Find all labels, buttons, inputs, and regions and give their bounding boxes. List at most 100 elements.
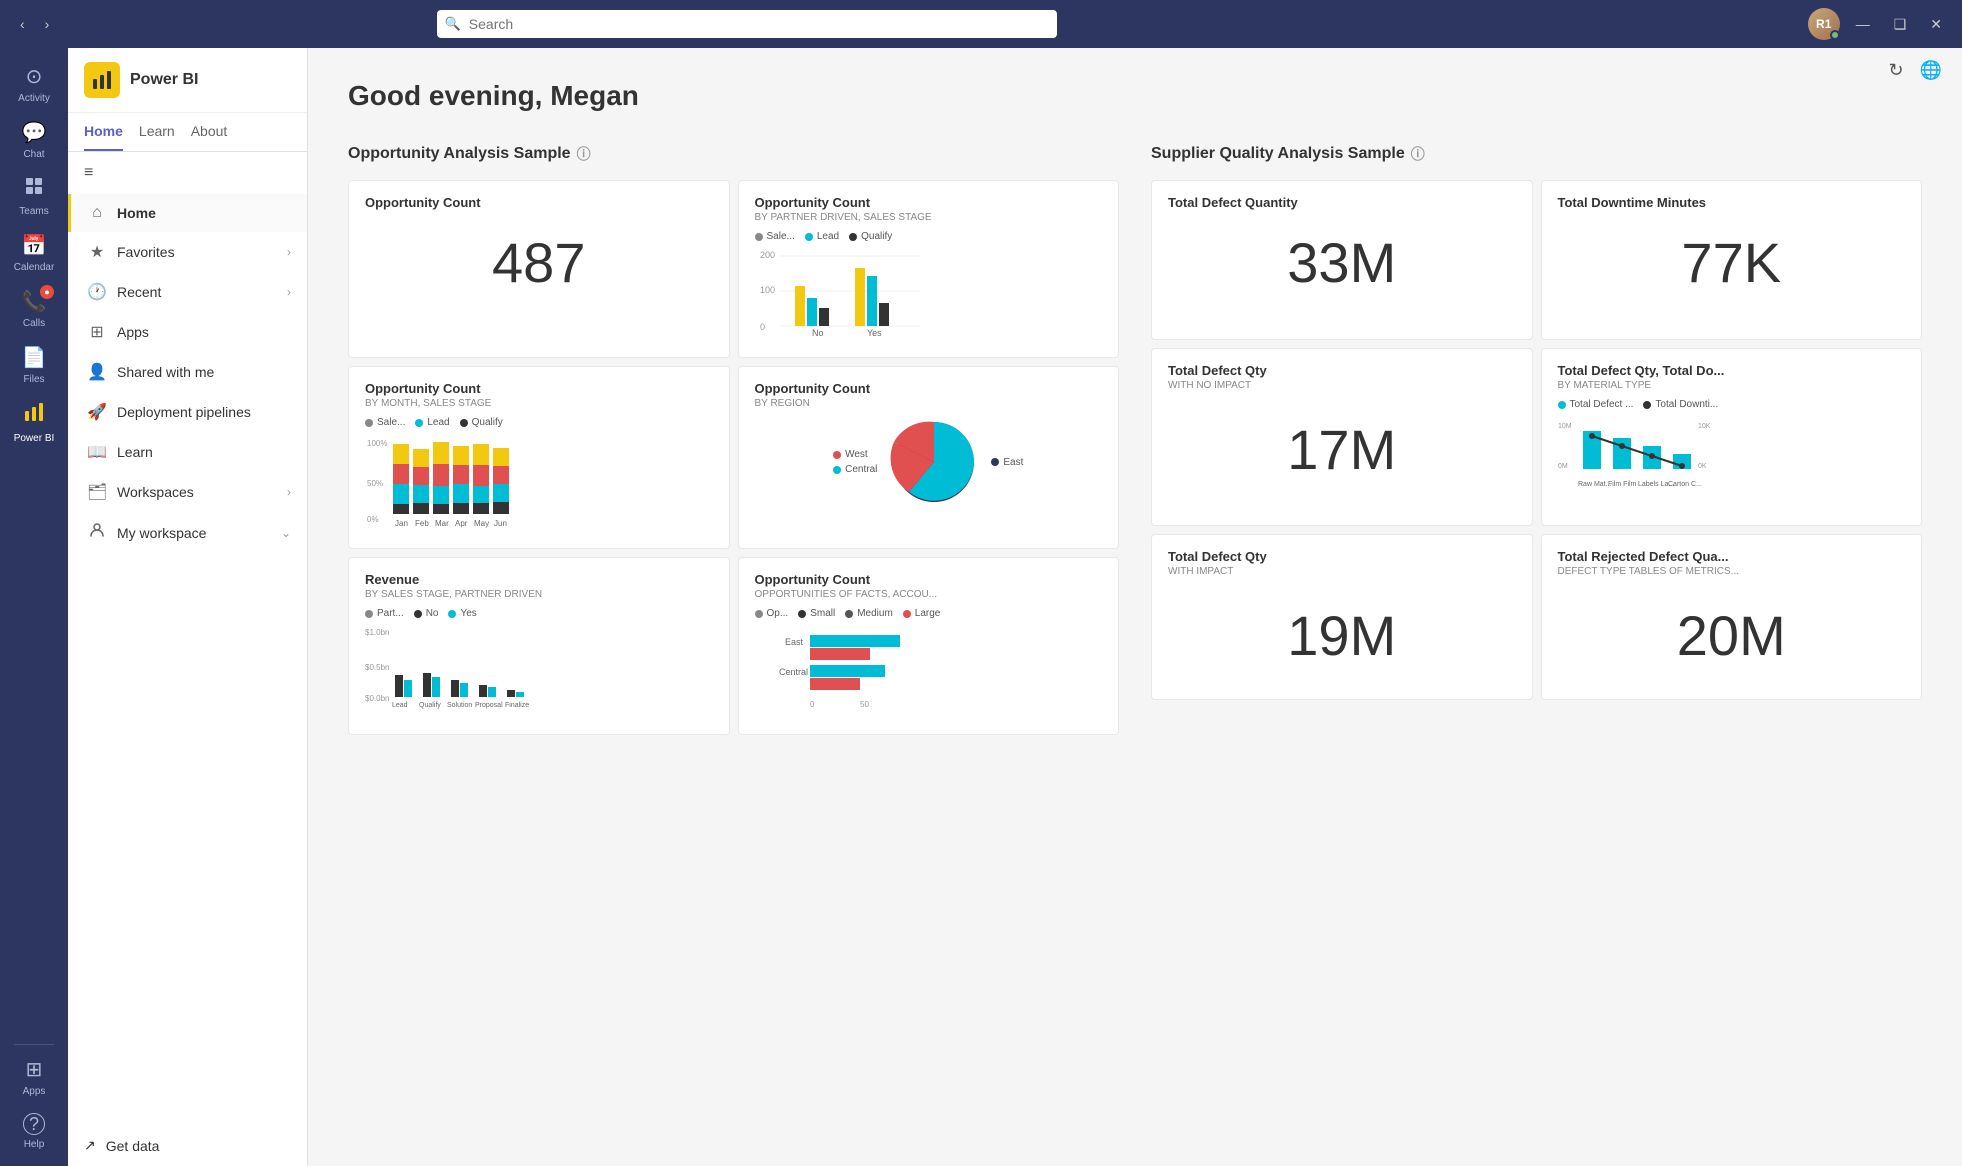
tile-opp-region-title: Opportunity Count (755, 381, 1103, 396)
supplier-section: Supplier Quality Analysis Sample ⓘ Total… (1151, 144, 1922, 735)
svg-text:0M: 0M (1558, 463, 1568, 470)
tile-opp-region-chart: West Central (755, 417, 1103, 507)
close-button[interactable]: ✕ (1922, 12, 1950, 37)
svg-text:Solution: Solution (447, 702, 472, 709)
nav-forward-button[interactable]: › (37, 12, 58, 36)
tile-defect-material-subtitle: BY MATERIAL TYPE (1558, 380, 1906, 391)
sidebar-item-learn[interactable]: 📖 Learn (68, 432, 307, 472)
rail-item-help[interactable]: ? Help (6, 1105, 62, 1158)
rail-item-files[interactable]: 📄 Files (6, 337, 62, 393)
sidebar-item-shared[interactable]: 👤 Shared with me (68, 352, 307, 392)
opportunity-info-icon[interactable]: ⓘ (577, 144, 591, 164)
tile-opp-facts[interactable]: Opportunity Count OPPORTUNITIES OF FACTS… (738, 557, 1120, 735)
tile-defect-material[interactable]: Total Defect Qty, Total Do... BY MATERIA… (1541, 348, 1923, 526)
workspaces-icon: 🗂 (87, 482, 107, 502)
sidebar-item-favorites[interactable]: ★ Favorites › (68, 232, 307, 272)
chat-icon: 💬 (22, 120, 47, 145)
tile-opp-partner-chart: 200 100 0 (755, 248, 1103, 343)
help-rail-icon: ? (23, 1113, 45, 1135)
svg-text:Jun: Jun (494, 519, 507, 528)
rail-item-chat[interactable]: 💬 Chat (6, 112, 62, 168)
avatar-status-badge (1830, 30, 1840, 40)
svg-text:Proposal: Proposal (475, 702, 503, 709)
avatar[interactable]: R1 (1808, 8, 1840, 40)
supplier-tiles-grid: Total Defect Quantity 33M Total Downtime… (1151, 180, 1922, 700)
sidebar-item-apps[interactable]: ⊞ Apps (68, 312, 307, 352)
rail-item-calls-label: Calls (23, 318, 45, 329)
tile-revenue-title: Revenue (365, 572, 713, 587)
top-actions: ↻ 🌐 (1888, 60, 1942, 81)
sidebar-item-recent[interactable]: 🕐 Recent › (68, 272, 307, 312)
svg-text:0: 0 (810, 700, 815, 709)
tile-revenue[interactable]: Revenue BY SALES STAGE, PARTNER DRIVEN P… (348, 557, 730, 735)
rail-item-apps[interactable]: ⊞ Apps (6, 1049, 62, 1105)
sidebar-item-deployment[interactable]: 🚀 Deployment pipelines (68, 392, 307, 432)
rail-item-calendar[interactable]: 📅 Calendar (6, 225, 62, 281)
svg-text:Jan: Jan (395, 519, 408, 528)
svg-text:Feb: Feb (415, 519, 429, 528)
tile-defect-material-title: Total Defect Qty, Total Do... (1558, 363, 1906, 378)
tile-total-downtime[interactable]: Total Downtime Minutes 77K (1541, 180, 1923, 340)
rail-item-powerbi[interactable]: Power BI (6, 393, 62, 452)
powerbi-sidebar-title: Power BI (130, 71, 198, 89)
supplier-info-icon[interactable]: ⓘ (1411, 144, 1425, 164)
rail-item-teams-label: Teams (19, 206, 48, 217)
tile-defect-no-impact[interactable]: Total Defect Qty WITH NO IMPACT 17M (1151, 348, 1533, 526)
myworkspace-chevron-icon: ⌄ (281, 526, 291, 540)
tile-defect-impact-value: 19M (1168, 585, 1516, 685)
get-data-icon: ↗ (84, 1137, 96, 1154)
tile-opp-region[interactable]: Opportunity Count BY REGION West Central (738, 366, 1120, 549)
tile-defect-impact-subtitle: WITH IMPACT (1168, 566, 1516, 577)
hamburger-button[interactable]: ≡ (68, 152, 307, 194)
tile-opp-region-subtitle: BY REGION (755, 398, 1103, 409)
apps-rail-icon: ⊞ (26, 1057, 43, 1082)
tab-about[interactable]: About (191, 113, 228, 151)
nav-buttons: ‹ › (12, 12, 57, 36)
svg-text:$0.5bn: $0.5bn (365, 663, 389, 672)
refresh-button[interactable]: ↻ (1888, 60, 1903, 81)
tile-opp-facts-title: Opportunity Count (755, 572, 1103, 587)
svg-text:200: 200 (760, 250, 775, 260)
maximize-button[interactable]: ❑ (1886, 12, 1915, 37)
search-input[interactable] (437, 10, 1057, 38)
supplier-section-title: Supplier Quality Analysis Sample ⓘ (1151, 144, 1922, 164)
sidebar-item-workspaces[interactable]: 🗂 Workspaces › (68, 472, 307, 512)
tile-total-rejected[interactable]: Total Rejected Defect Qua... DEFECT TYPE… (1541, 534, 1923, 700)
sidebar-item-myworkspace[interactable]: My workspace ⌄ (68, 512, 307, 553)
tile-total-defect-qty[interactable]: Total Defect Quantity 33M (1151, 180, 1533, 340)
tile-opp-count[interactable]: Opportunity Count 487 (348, 180, 730, 358)
recent-icon: 🕐 (87, 282, 107, 302)
rail-item-calls[interactable]: 📞 ● Calls (6, 281, 62, 337)
search-bar: 🔍 (437, 10, 1057, 38)
minimize-button[interactable]: — (1848, 12, 1878, 36)
svg-text:100%: 100% (367, 439, 387, 448)
sidebar-item-home[interactable]: ⌂ Home (68, 194, 307, 232)
tab-learn[interactable]: Learn (139, 113, 175, 151)
nav-back-button[interactable]: ‹ (12, 12, 33, 36)
tab-home[interactable]: Home (84, 113, 123, 151)
favorites-icon: ★ (87, 242, 107, 262)
app-layout: ⊙ Activity 💬 Chat Teams 📅 Calendar 📞 (0, 48, 1962, 1166)
tile-revenue-legend: Part... No Yes (365, 608, 713, 619)
tile-defect-material-chart: 10M 0M 10K 0K (1558, 416, 1906, 511)
tile-total-downtime-value: 77K (1558, 212, 1906, 312)
tile-opp-month[interactable]: Opportunity Count BY MONTH, SALES STAGE … (348, 366, 730, 549)
tile-opp-month-title: Opportunity Count (365, 381, 713, 396)
tile-revenue-subtitle: BY SALES STAGE, PARTNER DRIVEN (365, 589, 713, 600)
search-icon: 🔍 (445, 16, 461, 32)
tile-opp-partner[interactable]: Opportunity Count BY PARTNER DRIVEN, SAL… (738, 180, 1120, 358)
tile-total-rejected-title: Total Rejected Defect Qua... (1558, 549, 1906, 564)
rail-item-activity[interactable]: ⊙ Activity (6, 56, 62, 112)
title-bar-right: R1 — ❑ ✕ (1808, 8, 1950, 40)
title-bar: ‹ › 🔍 R1 — ❑ ✕ (0, 0, 1962, 48)
calendar-icon: 📅 (22, 233, 47, 258)
calls-badge: ● (40, 285, 54, 299)
get-data-button[interactable]: ↗ Get data (68, 1125, 307, 1166)
rail-item-teams[interactable]: Teams (6, 168, 62, 225)
sidebar-tabs: Home Learn About (68, 113, 307, 152)
globe-button[interactable]: 🌐 (1920, 60, 1942, 81)
tile-defect-impact[interactable]: Total Defect Qty WITH IMPACT 19M (1151, 534, 1533, 700)
tile-opp-month-legend: Sale... Lead Qualify (365, 417, 713, 428)
sidebar-item-learn-label: Learn (117, 444, 153, 460)
dashboard-row: Opportunity Analysis Sample ⓘ Opportunit… (348, 144, 1922, 735)
